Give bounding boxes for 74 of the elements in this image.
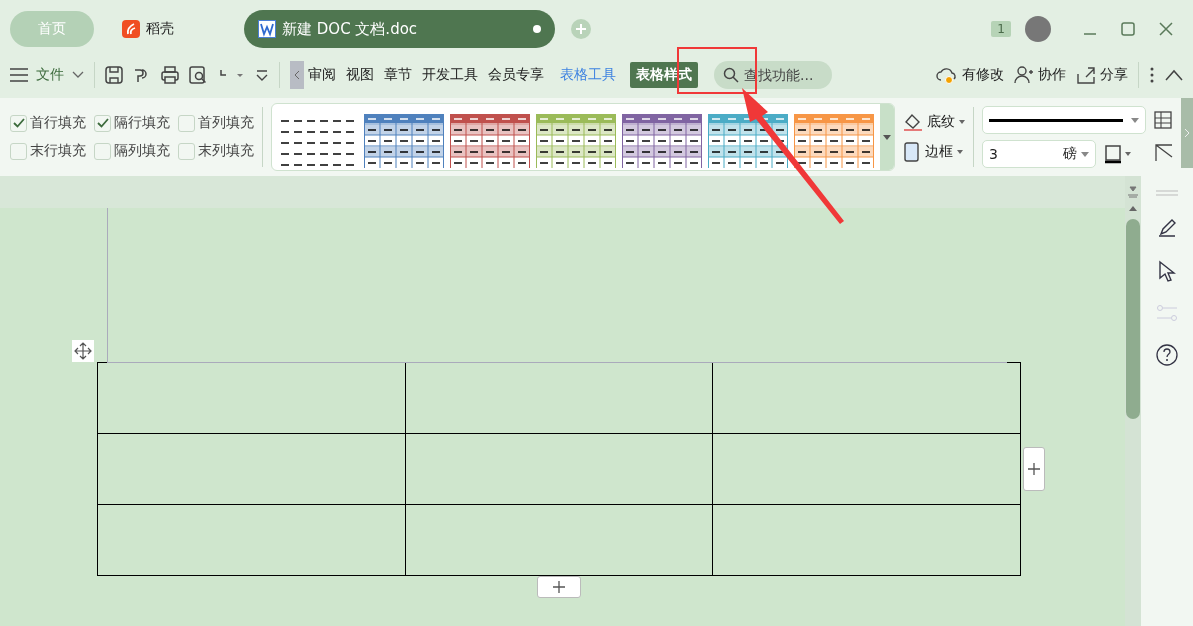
checkmark-icon	[12, 118, 25, 128]
save-icon[interactable]	[105, 66, 123, 84]
table-move-handle-icon[interactable]	[72, 340, 94, 362]
draw-table-icon[interactable]	[1154, 111, 1174, 131]
table-style-option[interactable]	[708, 114, 788, 168]
search-icon	[723, 67, 739, 83]
more-caret-icon[interactable]	[255, 68, 269, 82]
avatar[interactable]	[1025, 16, 1051, 42]
diagonal-border-icon[interactable]	[1154, 143, 1174, 163]
plus-icon	[553, 581, 565, 593]
table-style-option[interactable]	[364, 114, 444, 168]
leaf-logo-icon	[122, 20, 140, 38]
ribbon-tab[interactable]: 会员专享	[486, 63, 546, 87]
more-icon[interactable]	[1149, 66, 1155, 84]
unsaved-dot-icon	[533, 25, 541, 33]
collaborate-button[interactable]: 协作	[1014, 66, 1066, 84]
chevron-left-icon	[294, 71, 300, 79]
caret-up-icon	[1129, 206, 1137, 211]
share-button[interactable]: 分享	[1076, 66, 1128, 84]
caret-down-icon	[959, 120, 965, 124]
drag-handle-icon[interactable]	[1156, 190, 1178, 196]
share-icon	[1076, 66, 1096, 84]
ribbon-tab[interactable]: 开发工具	[420, 63, 480, 87]
checkmark-icon	[96, 118, 109, 128]
fill-option-checkbox[interactable]: 隔列填充	[94, 142, 170, 160]
shading-button[interactable]: 底纹	[903, 112, 965, 132]
border-color-icon[interactable]	[1104, 144, 1132, 164]
help-icon[interactable]	[1156, 344, 1178, 366]
line-weight-dropdown[interactable]: 3 磅	[982, 140, 1096, 168]
collapse-icon[interactable]	[1165, 69, 1183, 81]
document-icon	[258, 20, 276, 38]
print-icon[interactable]	[161, 66, 179, 84]
fill-option-checkbox[interactable]: 首行填充	[10, 114, 86, 132]
chevron-down-icon	[72, 71, 84, 79]
table-style-option[interactable]	[794, 114, 874, 168]
add-row-button[interactable]	[537, 576, 581, 598]
scroll-up-button[interactable]	[1129, 206, 1137, 211]
file-menu[interactable]: 文件	[10, 66, 84, 84]
cloud-icon	[936, 65, 958, 85]
line-style-dropdown[interactable]	[982, 106, 1146, 134]
document-tab[interactable]: 新建 DOC 文档.doc	[244, 10, 555, 48]
add-column-button[interactable]	[1023, 447, 1045, 491]
fill-option-checkbox[interactable]: 首列填充	[178, 114, 254, 132]
plus-icon	[1028, 463, 1040, 475]
fill-option-checkbox[interactable]: 末行填充	[10, 142, 86, 160]
scrollbar-thumb[interactable]	[1126, 219, 1140, 419]
table-style-option[interactable]	[536, 114, 616, 168]
ribbon-tab[interactable]: 视图	[344, 63, 376, 87]
border-button[interactable]: 边框	[903, 142, 965, 162]
table-style-option[interactable]	[622, 114, 702, 168]
menu-icon	[10, 68, 28, 82]
modified-button[interactable]: 有修改	[936, 65, 1004, 85]
fill-option-checkbox[interactable]: 隔行填充	[94, 114, 170, 132]
print-preview-icon[interactable]	[189, 66, 207, 84]
border-icon	[903, 142, 921, 162]
caret-down-icon	[957, 150, 963, 154]
brush-icon[interactable]	[1157, 218, 1177, 238]
add-person-icon	[1014, 66, 1034, 84]
sliders-icon[interactable]	[1157, 304, 1177, 322]
fill-option-checkbox[interactable]: 末列填充	[178, 142, 254, 160]
ribbon-tab[interactable]: 章节	[382, 63, 414, 87]
paint-bucket-icon	[903, 112, 923, 132]
caret-down-icon	[1131, 117, 1139, 123]
maximize-icon[interactable]	[1121, 22, 1135, 36]
caret-down-icon	[1081, 151, 1089, 157]
chevron-right-icon	[1184, 129, 1190, 137]
app-tab[interactable]: 稻壳	[108, 11, 188, 47]
cursor-icon[interactable]	[1158, 260, 1176, 282]
ribbon-tab[interactable]: 审阅	[306, 63, 338, 87]
close-icon[interactable]	[1159, 22, 1173, 36]
notification-badge[interactable]: 1	[991, 21, 1011, 37]
table-style-option[interactable]	[450, 114, 530, 168]
caret-down-icon	[883, 134, 891, 140]
split-view-icon[interactable]	[1127, 186, 1139, 198]
